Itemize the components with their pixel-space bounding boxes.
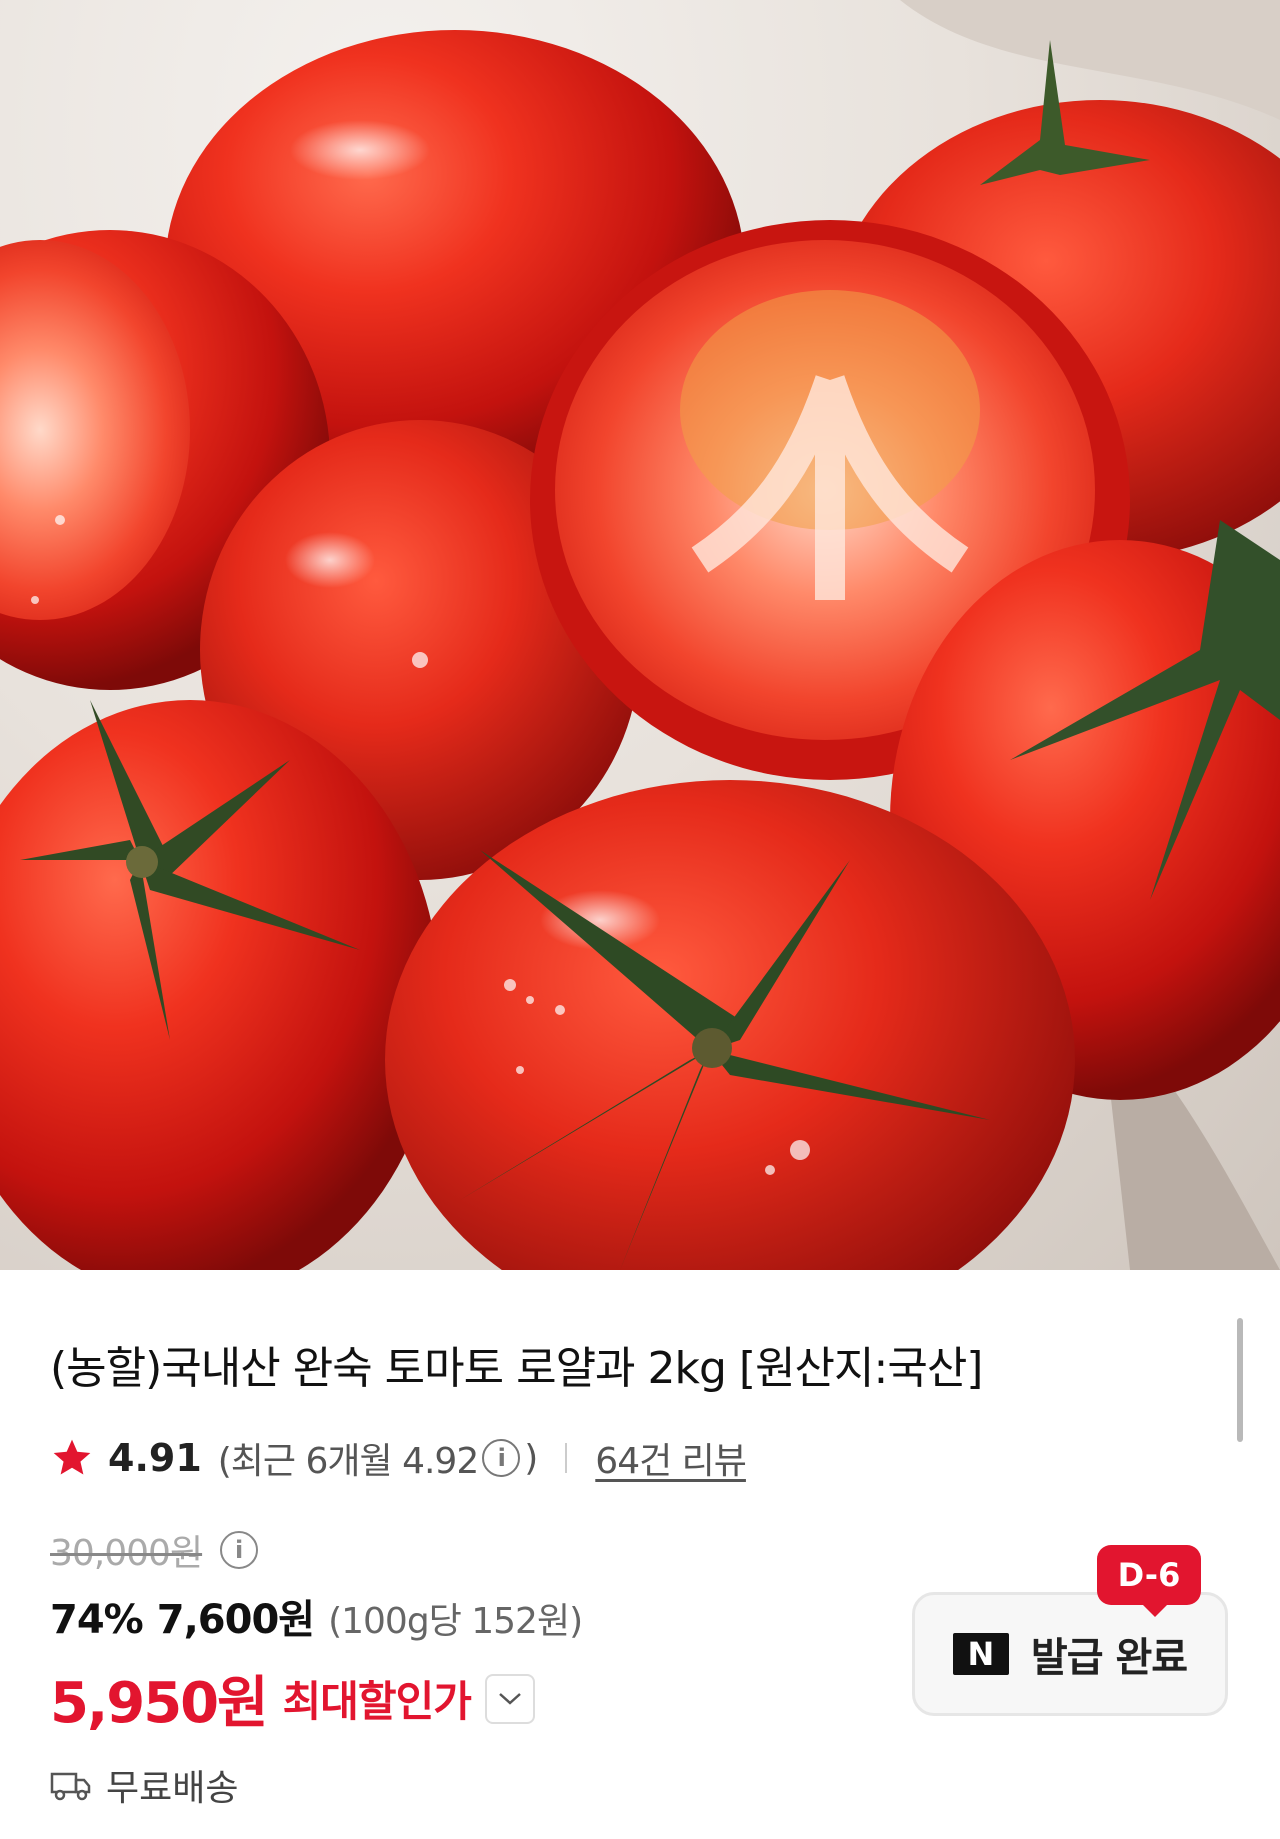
- naver-n-icon: N: [952, 1633, 1009, 1675]
- shipping-label: 무료배송: [106, 1768, 239, 1809]
- truck-icon: [50, 1772, 91, 1801]
- discount-percent: 74%: [50, 1597, 144, 1643]
- unit-price: (100g당 152원): [328, 1601, 583, 1642]
- discount-row: 74% 7,600원 (100g당 152원): [50, 1587, 583, 1645]
- info-icon[interactable]: i: [220, 1531, 259, 1569]
- rating-row: 4.91 (최근 6개월 4.92 i ) 64건 리뷰: [50, 1430, 747, 1486]
- recent-rating-close: ): [524, 1437, 538, 1479]
- star-icon: [53, 1439, 91, 1475]
- divider: [565, 1443, 568, 1473]
- max-discount-toggle[interactable]: [484, 1673, 535, 1724]
- product-title: (농할)국내산 완숙 토마토 로얄과 2kg [원산지:국산]: [50, 1343, 983, 1394]
- max-discount-label: 최대할인가: [282, 1677, 472, 1726]
- recent-rating: (최근 6개월 4.92 i ): [217, 1432, 539, 1484]
- discounted-price: 7,600원: [156, 1597, 315, 1643]
- original-price: 30,000원: [50, 1533, 203, 1574]
- scrollbar[interactable]: [1237, 1318, 1243, 1442]
- rating-value: 4.91: [108, 1436, 202, 1480]
- max-discount-price: 5,950원: [50, 1671, 269, 1736]
- max-discount-row: 5,950원 최대할인가: [50, 1658, 535, 1739]
- tomato-photo: [0, 0, 1280, 1270]
- chevron-down-icon: [499, 1692, 521, 1705]
- original-price-row: 30,000원 i: [50, 1524, 262, 1576]
- d-day-badge: D-6: [1097, 1545, 1201, 1617]
- info-icon[interactable]: i: [482, 1439, 521, 1477]
- reviews-link[interactable]: 64건 리뷰: [595, 1432, 747, 1484]
- coupon-label: 발급 완료: [1030, 1635, 1188, 1681]
- product-image[interactable]: [0, 0, 1280, 1270]
- coupon-button[interactable]: N 발급 완료: [912, 1592, 1228, 1716]
- recent-rating-text: (최근 6개월 4.92: [217, 1441, 479, 1482]
- shipping-row: 무료배송: [50, 1759, 238, 1811]
